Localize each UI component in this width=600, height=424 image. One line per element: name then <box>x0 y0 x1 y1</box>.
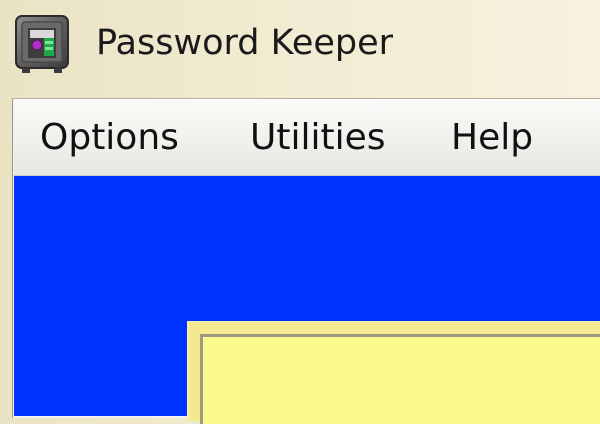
menu-options[interactable]: Options <box>40 113 179 163</box>
menu-utilities[interactable]: Utilities <box>250 113 386 163</box>
menubar: Options Utilities Help <box>14 99 600 176</box>
menu-help[interactable]: Help <box>451 113 533 163</box>
window-title: Password Keeper <box>96 23 394 63</box>
safe-icon[interactable] <box>14 14 70 74</box>
window-titlebar[interactable]: Password Keeper <box>0 0 600 98</box>
content-panel <box>200 334 600 424</box>
